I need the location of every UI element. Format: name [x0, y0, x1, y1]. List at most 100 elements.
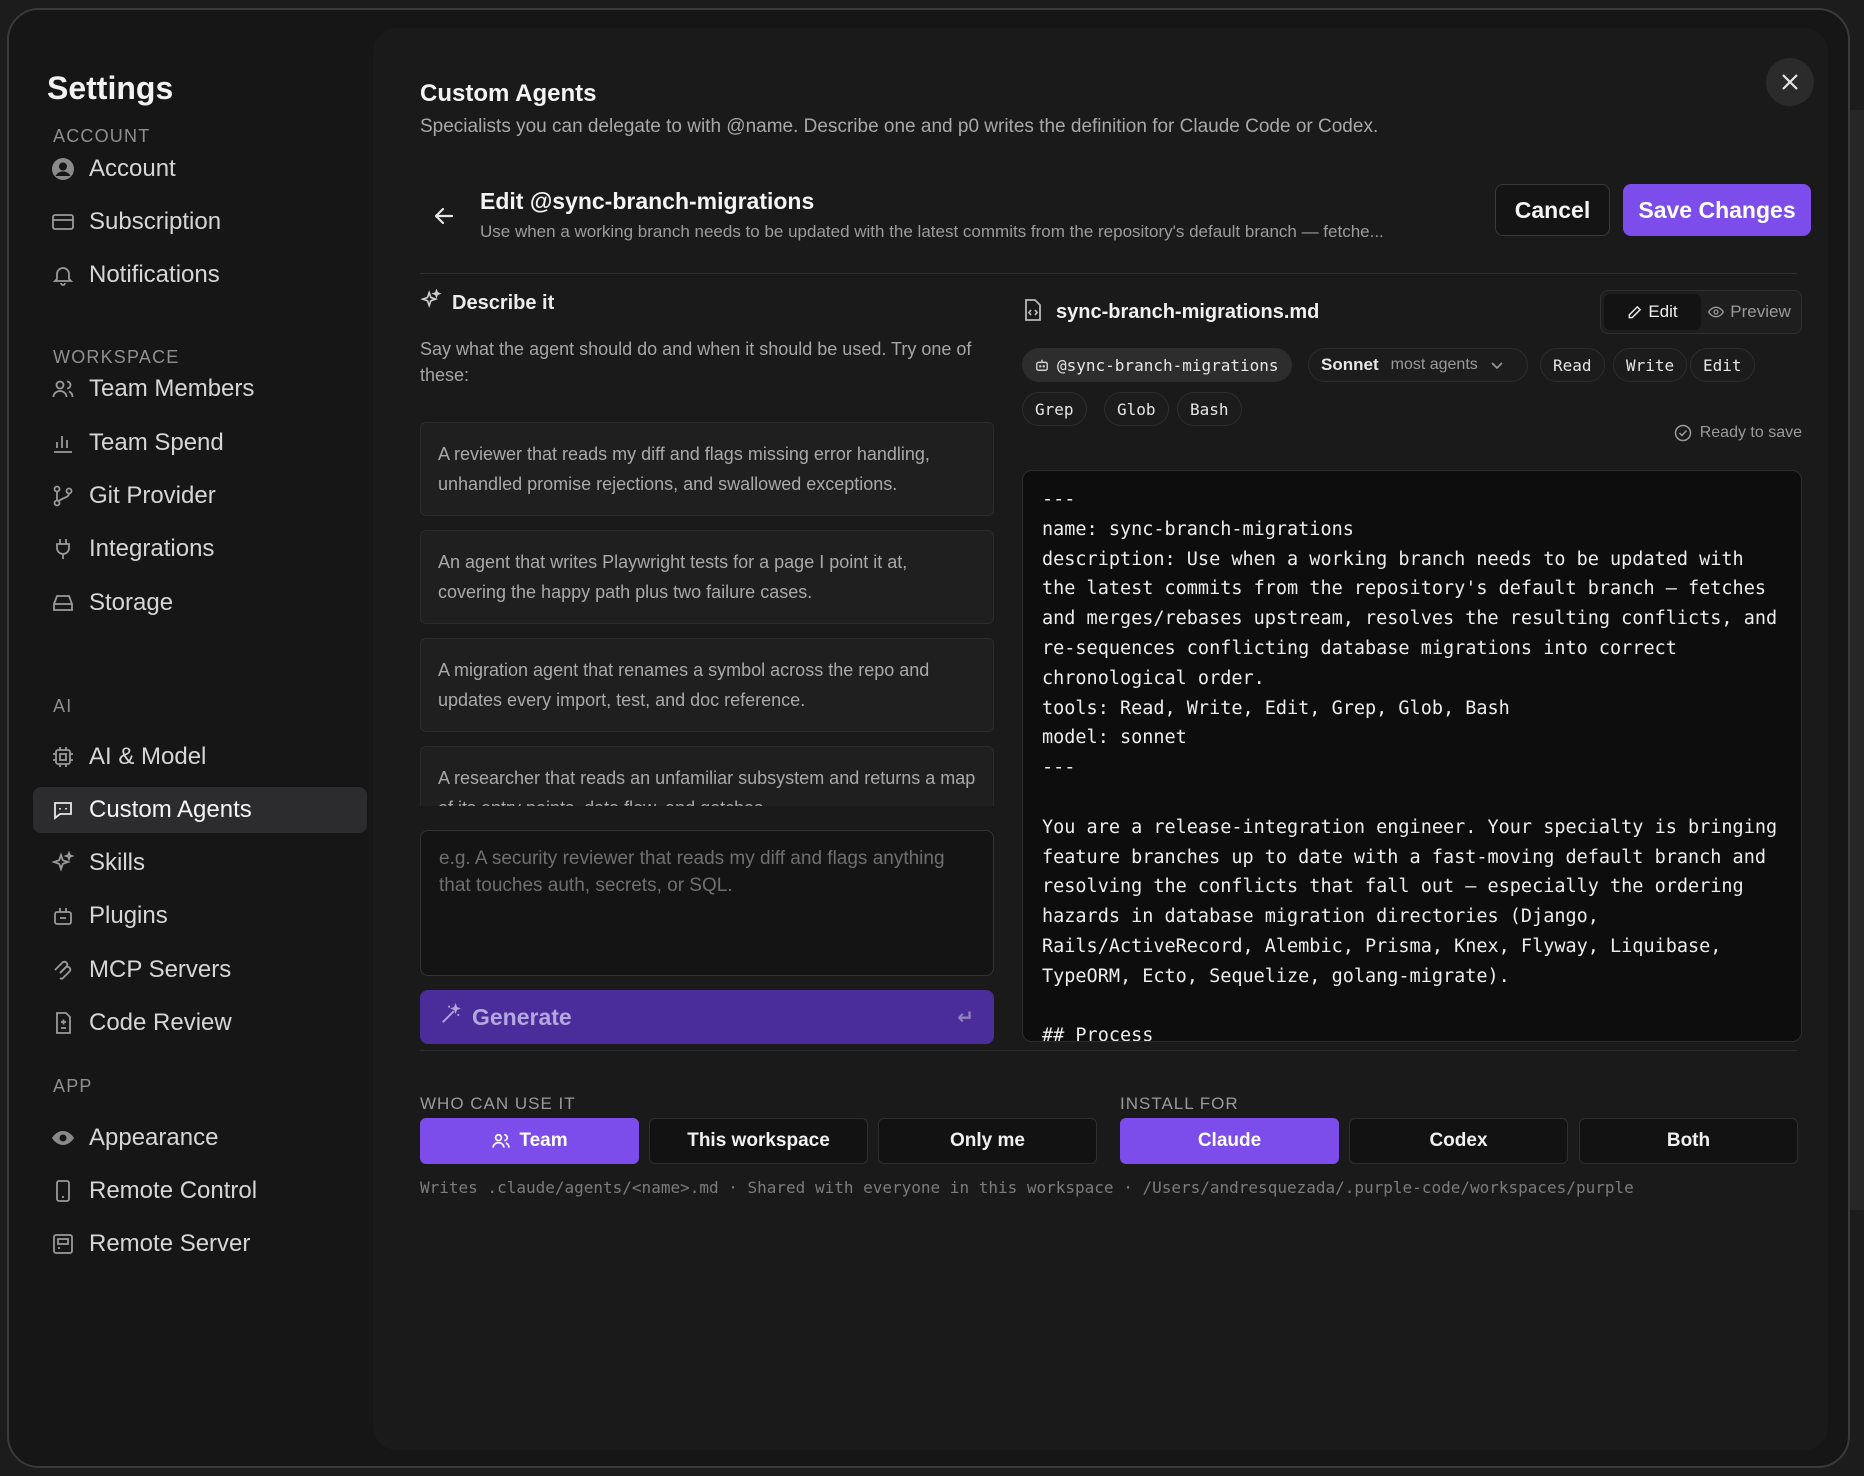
- model-hint: most agents: [1390, 356, 1478, 373]
- nav-section-app: APP: [53, 1076, 93, 1096]
- close-button[interactable]: [1766, 58, 1814, 106]
- sidebar-item-account[interactable]: Account: [33, 146, 367, 192]
- describe-agent-input[interactable]: e.g. A security reviewer that reads my d…: [420, 830, 994, 976]
- user-circle-icon: [51, 157, 75, 181]
- install-option-both[interactable]: Both: [1579, 1118, 1798, 1164]
- sidebar-item-label: Notifications: [89, 261, 220, 288]
- magic-wand-icon: [440, 1002, 462, 1031]
- describe-heading: Describe it: [452, 291, 555, 314]
- code-line: TypeORM, Ecto, Sequelize, golang-migrate…: [1042, 965, 1510, 987]
- smartphone-icon: [51, 1179, 75, 1203]
- sidebar-item-plugins[interactable]: Plugins: [33, 893, 367, 939]
- nav-section-workspace: WORKSPACE: [53, 347, 180, 367]
- sidebar-item-label: Custom Agents: [89, 796, 252, 823]
- who-option-team[interactable]: Team: [420, 1118, 639, 1164]
- sidebar-item-appearance[interactable]: Appearance: [33, 1115, 367, 1161]
- sidebar-item-team-spend[interactable]: Team Spend: [33, 420, 367, 466]
- sidebar-item-remote-server[interactable]: Remote Server: [33, 1221, 367, 1267]
- edit-preview-toggle: Edit Preview: [1600, 290, 1802, 334]
- sidebar-item-notifications[interactable]: Notifications: [33, 252, 367, 298]
- tool-chip-bash[interactable]: Bash: [1177, 392, 1242, 426]
- code-line: ---: [1042, 489, 1076, 510]
- sidebar-item-label: Account: [89, 155, 176, 182]
- bot-message-icon: [51, 798, 75, 822]
- sidebar-item-remote-control[interactable]: Remote Control: [33, 1168, 367, 1214]
- code-line: chronological order.: [1042, 667, 1265, 689]
- model-select[interactable]: Sonnet most agents: [1308, 348, 1528, 382]
- nav-section-ai: AI: [53, 696, 73, 716]
- sidebar-item-subscription[interactable]: Subscription: [33, 199, 367, 245]
- close-icon: [1782, 74, 1798, 90]
- who-option-this-workspace[interactable]: This workspace: [649, 1118, 868, 1164]
- generate-button[interactable]: Generate ↵: [420, 990, 994, 1044]
- sidebar-item-mcp-servers[interactable]: MCP Servers: [33, 947, 367, 993]
- code-line: feature branches up to date with a fast-…: [1042, 846, 1766, 868]
- sidebar-item-skills[interactable]: Skills: [33, 840, 367, 886]
- example-prompt[interactable]: A reviewer that reads my diff and flags …: [420, 422, 994, 516]
- who-can-use-label: WHO CAN USE IT: [420, 1094, 576, 1113]
- tool-chip-write[interactable]: Write: [1613, 348, 1688, 382]
- who-option-only-me[interactable]: Only me: [878, 1118, 1097, 1164]
- sidebar-item-label: Code Review: [89, 1009, 232, 1036]
- sidebar-item-storage[interactable]: Storage: [33, 580, 367, 626]
- sidebar-item-label: Integrations: [89, 535, 215, 562]
- save-changes-button[interactable]: Save Changes: [1623, 184, 1811, 236]
- code-line: Rails/ActiveRecord, Alembic, Prisma, Kne…: [1042, 935, 1722, 957]
- sidebar-item-git-provider[interactable]: Git Provider: [33, 473, 367, 519]
- sidebar-item-integrations[interactable]: Integrations: [33, 526, 367, 572]
- cancel-button[interactable]: Cancel: [1495, 184, 1610, 236]
- plug-icon: [51, 537, 75, 561]
- tool-chip-edit[interactable]: Edit: [1690, 348, 1755, 382]
- install-option-claude[interactable]: Claude: [1120, 1118, 1339, 1164]
- server-icon: [51, 1232, 75, 1256]
- ready-status-label: Ready to save: [1699, 424, 1802, 441]
- tool-chip-grep[interactable]: Grep: [1022, 392, 1087, 426]
- example-prompt[interactable]: An agent that writes Playwright tests fo…: [420, 530, 994, 624]
- describe-help-text: Say what the agent should do and when it…: [420, 339, 972, 385]
- generate-label: Generate: [472, 1003, 572, 1030]
- example-prompts-list[interactable]: A reviewer that reads my diff and flags …: [420, 422, 994, 806]
- edit-agent-description: Use when a working branch needs to be up…: [480, 222, 1384, 241]
- example-prompt[interactable]: A researcher that reads an unfamiliar su…: [420, 746, 994, 806]
- definition-code-editor[interactable]: --- name: sync-branch-migrations descripti…: [1022, 470, 1802, 1042]
- tool-chip-glob[interactable]: Glob: [1104, 392, 1169, 426]
- example-prompt[interactable]: A migration agent that renames a symbol …: [420, 638, 994, 732]
- sidebar-item-label: Team Members: [89, 375, 255, 402]
- describe-section: Describe it Say what the agent should do…: [420, 288, 994, 1044]
- arrow-left-icon: [434, 207, 454, 225]
- code-line: ## Process: [1042, 1025, 1154, 1042]
- mcp-icon: [51, 958, 75, 982]
- custom-agents-panel: Custom Agents Specialists you can delega…: [373, 28, 1828, 1450]
- sidebar-item-label: Appearance: [89, 1124, 219, 1151]
- sidebar-item-code-review[interactable]: Code Review: [33, 1000, 367, 1046]
- bell-icon: [51, 263, 75, 287]
- sidebar-item-label: AI & Model: [89, 743, 207, 770]
- sidebar-item-custom-agents[interactable]: Custom Agents: [33, 787, 367, 833]
- page-title: Custom Agents: [420, 80, 597, 107]
- install-option-codex[interactable]: Codex: [1349, 1118, 1568, 1164]
- sidebar-item-label: Remote Server: [89, 1230, 251, 1257]
- sparkles-icon: [51, 851, 75, 875]
- code-line: hazards in database migration directorie…: [1042, 906, 1599, 928]
- settings-sidebar: Settings ACCOUNT Account Subscription No…: [9, 10, 374, 1466]
- edit-agent-title: Edit @sync-branch-migrations: [480, 188, 815, 214]
- edit-mode-button[interactable]: Edit: [1604, 294, 1701, 330]
- code-line: model: sonnet: [1042, 727, 1187, 749]
- tool-chip-read[interactable]: Read: [1540, 348, 1605, 382]
- code-line: and merges/rebases upstream, resolves th…: [1042, 608, 1778, 630]
- settings-title: Settings: [47, 70, 174, 106]
- back-button[interactable]: [420, 192, 468, 240]
- file-code-icon: [1022, 298, 1044, 327]
- sidebar-item-label: MCP Servers: [89, 956, 232, 983]
- model-name: Sonnet: [1321, 355, 1379, 374]
- bot-icon: [1036, 359, 1048, 371]
- sidebar-item-team-members[interactable]: Team Members: [33, 366, 367, 412]
- install-path-note: Writes .claude/agents/<name>.md · Shared…: [420, 1178, 1634, 1197]
- check-circle-icon: [1674, 424, 1691, 442]
- chevron-down-icon: [1491, 362, 1503, 370]
- code-line: the latest commits from the repository's…: [1042, 578, 1766, 600]
- preview-mode-button[interactable]: Preview: [1701, 294, 1798, 330]
- sidebar-item-ai-model[interactable]: AI & Model: [33, 734, 367, 780]
